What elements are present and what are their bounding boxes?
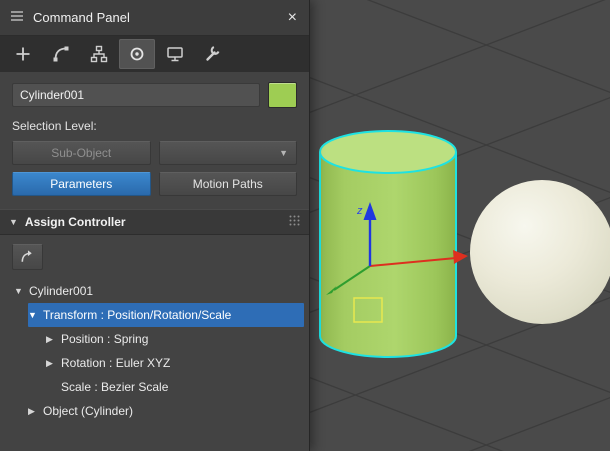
tree-item-cylinder001[interactable]: ▼ Cylinder001 xyxy=(14,279,304,303)
expand-arrow-icon[interactable]: ▶ xyxy=(28,406,43,417)
tree-item-label: Cylinder001 xyxy=(29,284,94,298)
rollout-title: Assign Controller xyxy=(24,215,126,229)
hierarchy-icon xyxy=(90,45,108,63)
sphere-object[interactable] xyxy=(470,180,610,324)
assign-controller-icon xyxy=(21,249,32,262)
object-name-row xyxy=(12,82,297,108)
viewport-3d[interactable]: z xyxy=(310,0,610,451)
selection-level-label: Selection Level: xyxy=(12,119,97,133)
modify-icon xyxy=(53,46,69,62)
rollout-grip-icon xyxy=(289,215,300,229)
panel-tab-strip xyxy=(0,36,309,72)
tree-item-label: Position : Spring xyxy=(61,332,149,346)
chevron-down-icon: ▼ xyxy=(279,148,288,158)
wrench-icon xyxy=(206,46,220,61)
tree-item-position[interactable]: ▶ Position : Spring xyxy=(46,327,304,351)
tab-display[interactable] xyxy=(157,39,193,69)
assign-controller-rollout-header[interactable]: ▼ Assign Controller xyxy=(0,209,309,235)
assign-controller-button[interactable] xyxy=(12,244,43,270)
panel-title: Command Panel xyxy=(33,10,130,25)
motion-icon xyxy=(130,47,144,61)
expand-arrow-icon[interactable]: ▶ xyxy=(46,358,61,369)
tab-hierarchy[interactable] xyxy=(81,39,117,69)
tree-item-label: Rotation : Euler XYZ xyxy=(61,356,171,370)
cylinder-object[interactable] xyxy=(319,130,457,358)
sub-object-dropdown[interactable]: ▼ xyxy=(158,141,297,165)
tree-item-label: Scale : Bezier Scale xyxy=(61,380,169,394)
expand-arrow-icon[interactable]: ▼ xyxy=(28,310,43,320)
display-icon xyxy=(167,47,183,62)
tree-item-object-cylinder[interactable]: ▶ Object (Cylinder) xyxy=(28,399,304,423)
object-color-swatch[interactable] xyxy=(268,82,297,108)
rollout-collapse-icon[interactable]: ▼ xyxy=(9,217,18,227)
expand-arrow-icon[interactable]: ▶ xyxy=(46,334,61,345)
expand-arrow-icon[interactable]: ▼ xyxy=(14,286,29,296)
tab-modify[interactable] xyxy=(43,39,79,69)
parameters-button[interactable]: Parameters xyxy=(12,172,151,196)
tree-item-label: Transform : Position/Rotation/Scale xyxy=(43,308,232,322)
object-name-input[interactable] xyxy=(12,83,260,107)
sub-object-button[interactable]: Sub-Object xyxy=(12,141,151,165)
tab-motion[interactable] xyxy=(119,39,155,69)
motion-paths-button[interactable]: Motion Paths xyxy=(158,172,297,196)
controller-tree: ▼ Cylinder001 ▼ Transform : Position/Rot… xyxy=(0,279,309,423)
tree-item-scale[interactable]: Scale : Bezier Scale xyxy=(46,375,304,399)
tree-item-transform[interactable]: ▼ Transform : Position/Rotation/Scale xyxy=(28,303,304,327)
control-button-grid: Sub-Object ▼ Parameters Motion Paths xyxy=(12,141,297,196)
close-icon[interactable]: × xyxy=(286,9,299,26)
tab-utilities[interactable] xyxy=(195,39,231,69)
plus-icon xyxy=(16,47,30,61)
tree-item-rotation[interactable]: ▶ Rotation : Euler XYZ xyxy=(46,351,304,375)
tree-item-label: Object (Cylinder) xyxy=(43,404,134,418)
panel-menu-icon[interactable] xyxy=(10,9,24,27)
panel-titlebar: Command Panel × xyxy=(0,0,309,36)
tab-create[interactable] xyxy=(5,39,41,69)
command-panel: Command Panel × Selection Level: Sub-Obj… xyxy=(0,0,310,451)
z-axis-label: z xyxy=(356,205,363,217)
viewport-canvas[interactable]: z xyxy=(310,0,610,451)
